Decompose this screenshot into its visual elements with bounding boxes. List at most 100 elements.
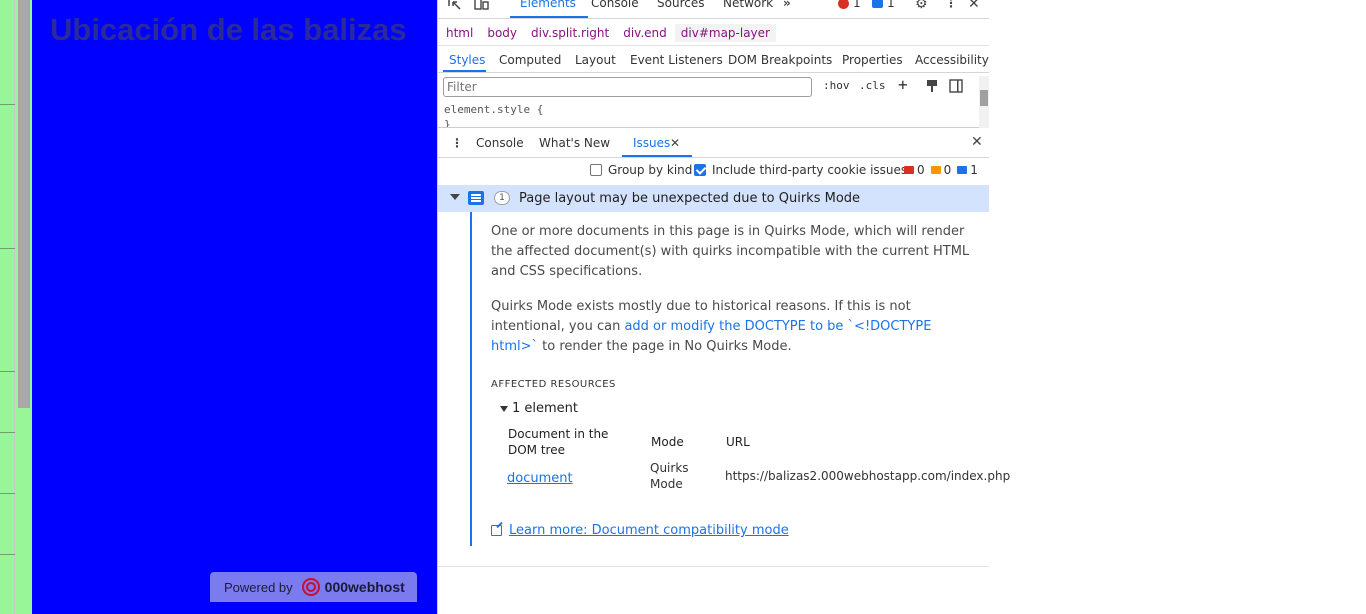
improvement-count: 0 bbox=[930, 163, 952, 177]
powered-by-label: Powered by bbox=[224, 579, 293, 595]
group-by-kind-label: Group by kind bbox=[608, 163, 693, 177]
cls-toggle[interactable]: .cls bbox=[859, 79, 886, 92]
drawer-tabs: ⋮ Console What's New Issues ✕ ✕ bbox=[438, 129, 989, 158]
error-counter[interactable]: 1 bbox=[838, 0, 861, 10]
close-issues-tab-icon[interactable]: ✕ bbox=[670, 136, 680, 150]
col-document: Document in the DOM tree bbox=[508, 427, 609, 457]
toggle-sidebar-icon[interactable] bbox=[949, 79, 963, 93]
frame-divider bbox=[0, 432, 15, 433]
kebab-menu-icon[interactable]: ⋮ bbox=[945, 0, 957, 10]
improvement-issue-icon bbox=[930, 166, 941, 174]
close-devtools-icon[interactable]: ✕ bbox=[968, 0, 980, 12]
collapse-arrow-icon[interactable] bbox=[450, 194, 460, 200]
settings-gear-icon[interactable]: ⚙ bbox=[915, 0, 928, 12]
issue-header[interactable]: 1 Page layout may be unexpected due to Q… bbox=[438, 185, 989, 212]
breadcrumb-end[interactable]: div.end bbox=[623, 24, 667, 42]
issue-description-2: Quirks Mode exists mostly due to histori… bbox=[491, 297, 981, 357]
styles-scrollbar-thumb[interactable] bbox=[980, 90, 988, 106]
frame-divider bbox=[0, 248, 15, 249]
breadcrumb-body[interactable]: body bbox=[487, 24, 517, 42]
tab-styles[interactable]: Styles bbox=[449, 53, 485, 67]
include-third-party-label: Include third-party cookie issues bbox=[712, 163, 908, 177]
drawer-tab-whats-new[interactable]: What's New bbox=[539, 136, 610, 150]
document-link[interactable]: document bbox=[507, 471, 573, 486]
hov-toggle[interactable]: :hov bbox=[823, 79, 850, 92]
element-style-rule: element.style { } bbox=[444, 102, 544, 128]
frame-divider bbox=[0, 371, 15, 372]
tab-layout[interactable]: Layout bbox=[575, 53, 616, 67]
row-mode: Quirks Mode bbox=[650, 461, 689, 491]
breaking-issue-icon bbox=[904, 166, 914, 174]
more-tabs-button[interactable]: » bbox=[783, 0, 791, 10]
col-mode: Mode bbox=[651, 435, 684, 449]
styles-scrollbar[interactable] bbox=[979, 76, 989, 128]
element-style-open: element.style { bbox=[444, 103, 544, 116]
styles-filter-row: :hov .cls + bbox=[438, 74, 989, 100]
col-url: URL bbox=[726, 435, 750, 449]
tab-elements[interactable]: Elements bbox=[520, 0, 576, 10]
drawer-tab-console[interactable]: Console bbox=[476, 136, 524, 150]
message-count: 1 bbox=[887, 0, 895, 10]
external-link-icon bbox=[491, 525, 502, 536]
include-third-party-box[interactable] bbox=[694, 164, 706, 176]
new-style-rule-icon[interactable]: + bbox=[898, 75, 908, 94]
breadcrumb-html[interactable]: html bbox=[446, 24, 473, 42]
tab-network[interactable]: Network bbox=[723, 0, 773, 10]
row-url: https://balizas2.000webhostapp.com/index… bbox=[725, 469, 1011, 483]
error-icon bbox=[838, 0, 849, 9]
styles-filter-input[interactable] bbox=[443, 77, 812, 97]
page-scrollbar[interactable] bbox=[18, 0, 30, 408]
group-by-kind-checkbox[interactable]: Group by kind bbox=[590, 163, 692, 177]
learn-more-link[interactable]: Learn more: Document compatibility mode bbox=[491, 523, 789, 538]
issue-counts: 0 0 1 bbox=[904, 163, 984, 177]
issue-title: Page layout may be unexpected due to Qui… bbox=[519, 191, 861, 206]
expand-arrow-icon bbox=[500, 405, 508, 412]
paint-brush-icon[interactable] bbox=[925, 79, 939, 93]
styles-pane: element.style { } bbox=[438, 100, 989, 128]
affected-elements-toggle[interactable]: 1 element bbox=[500, 401, 578, 416]
issue-occurrence-count: 1 bbox=[494, 191, 510, 205]
powered-by-brand: 000webhost bbox=[324, 579, 405, 595]
include-third-party-checkbox[interactable]: Include third-party cookie issues bbox=[694, 163, 907, 177]
tab-dom-breakpoints[interactable]: DOM Breakpoints bbox=[728, 53, 832, 67]
affected-resources-heading: AFFECTED RESOURCES bbox=[491, 379, 616, 390]
tab-accessibility[interactable]: Accessibility bbox=[915, 53, 989, 67]
error-count: 1 bbox=[853, 0, 861, 10]
issue-details: One or more documents in this page is in… bbox=[470, 212, 1010, 546]
inspect-element-icon[interactable] bbox=[448, 0, 462, 11]
group-by-kind-box[interactable] bbox=[590, 164, 602, 176]
left-frame-column bbox=[0, 0, 15, 614]
left-frame-strip bbox=[0, 0, 32, 614]
learn-more-text: Learn more: Document compatibility mode bbox=[509, 523, 789, 538]
tab-styles-underline bbox=[443, 70, 486, 72]
tab-computed[interactable]: Computed bbox=[499, 53, 561, 67]
map-layer: Ubicación de las balizas Powered by 000w… bbox=[32, 0, 437, 614]
improvement-count-value: 0 bbox=[943, 163, 952, 177]
breaking-count-value: 0 bbox=[917, 163, 925, 177]
device-toolbar-icon[interactable] bbox=[474, 0, 490, 11]
webhost-logo-icon bbox=[301, 578, 320, 596]
devtools-panel: Elements Console Sources Network » 1 1 ⚙… bbox=[437, 0, 1010, 614]
breaking-count: 0 bbox=[904, 163, 925, 177]
tab-properties[interactable]: Properties bbox=[842, 53, 903, 67]
frame-divider bbox=[0, 554, 15, 555]
page-title: Ubicación de las balizas bbox=[50, 12, 407, 47]
affected-elements-label: 1 element bbox=[512, 401, 579, 416]
drawer-menu-icon[interactable]: ⋮ bbox=[451, 136, 463, 150]
close-drawer-icon[interactable]: ✕ bbox=[971, 134, 983, 150]
message-counter[interactable]: 1 bbox=[872, 0, 895, 10]
table-row-document: document bbox=[507, 470, 573, 487]
breadcrumb-split-right[interactable]: div.split.right bbox=[531, 24, 609, 42]
element-style-close: } bbox=[444, 118, 451, 128]
issues-divider bbox=[438, 566, 989, 567]
devtools-main-tabs: Elements Console Sources Network » 1 1 ⚙… bbox=[438, 0, 989, 19]
powered-by-badge[interactable]: Powered by 000webhost bbox=[210, 572, 417, 602]
tab-console[interactable]: Console bbox=[591, 0, 639, 10]
breadcrumb-map-layer[interactable]: div#map-layer bbox=[674, 23, 776, 42]
tab-event-listeners[interactable]: Event Listeners bbox=[630, 53, 723, 67]
info-count: 1 bbox=[957, 163, 978, 177]
tab-sources[interactable]: Sources bbox=[657, 0, 704, 10]
issue-description-2-end: to render the page in No Quirks Mode. bbox=[538, 339, 792, 354]
issues-toolbar: Group by kind Include third-party cookie… bbox=[438, 158, 989, 184]
drawer-tab-issues[interactable]: Issues bbox=[633, 136, 670, 150]
